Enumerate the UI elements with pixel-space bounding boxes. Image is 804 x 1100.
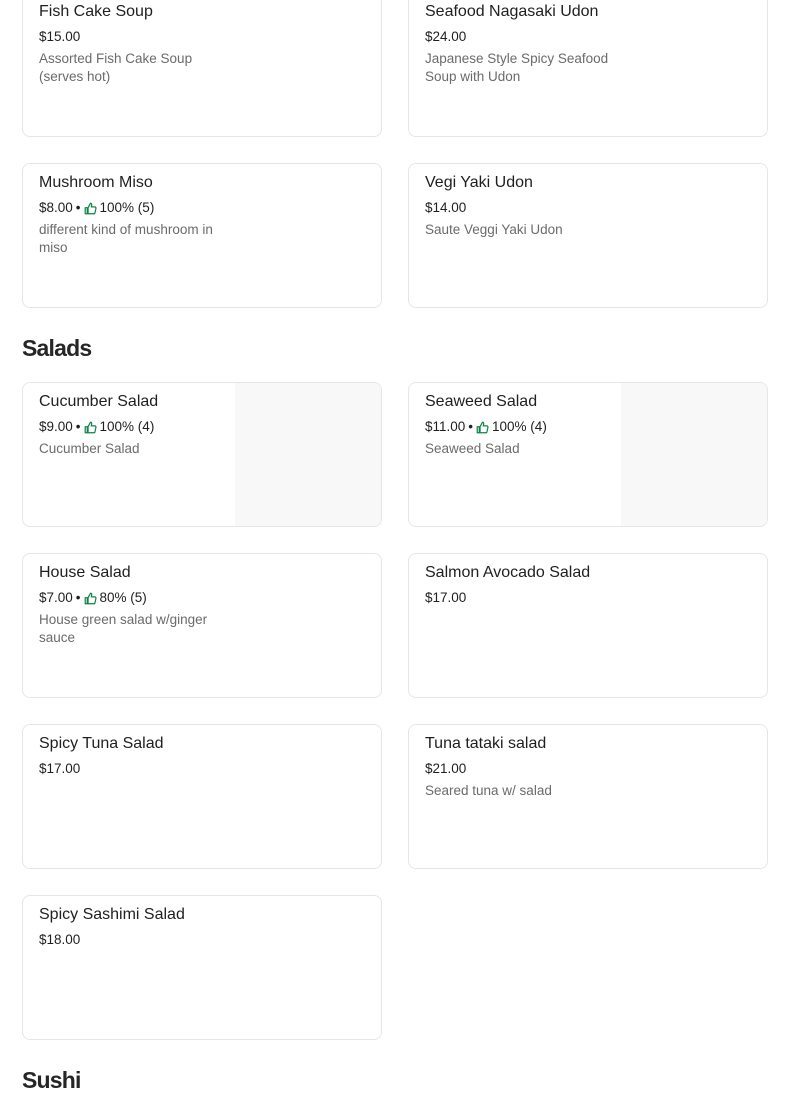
item-name: Spicy Sashimi Salad (39, 906, 185, 923)
item-price-row: $14.00 (425, 199, 615, 217)
item-price: $7.00 (39, 590, 73, 605)
item-name: Vegi Yaki Udon (425, 174, 533, 191)
item-price-row: $8.00 • 100% (5) (39, 199, 229, 217)
item-name: Fish Cake Soup (39, 3, 153, 20)
menu-item-card[interactable]: Vegi Yaki Udon $14.00 Saute Veggi Yaki U… (408, 163, 768, 308)
item-price: $14.00 (425, 200, 467, 215)
thumbs-up-icon (476, 421, 489, 433)
item-price: $21.00 (425, 761, 467, 776)
item-description: different kind of mushroom in miso (39, 222, 213, 255)
item-price: $18.00 (39, 932, 81, 947)
item-description: Saute Veggi Yaki Udon (425, 222, 563, 237)
item-description: Cucumber Salad (39, 441, 140, 456)
menu-item-card[interactable]: Mushroom Miso $8.00 • 100% (5) different… (22, 163, 382, 308)
menu-item-card[interactable]: Fish Cake Soup $15.00 Assorted Fish Cake… (22, 0, 382, 137)
menu-item-card[interactable]: Tuna tataki salad $21.00 Seared tuna w/ … (408, 724, 768, 869)
item-name: House Salad (39, 564, 131, 581)
item-price-row: $9.00 • 100% (4) (39, 418, 229, 436)
item-name: Seafood Nagasaki Udon (425, 3, 599, 20)
meta-separator: • (75, 590, 81, 605)
item-rating: 100% (4) (99, 419, 155, 434)
item-image-placeholder (235, 383, 381, 526)
item-description: Japanese Style Spicy Seafood Soup with U… (425, 51, 609, 84)
item-name: Seaweed Salad (425, 393, 538, 410)
item-price-row: $15.00 (39, 28, 229, 46)
item-price: $9.00 (39, 419, 73, 434)
item-image-placeholder (621, 383, 767, 526)
item-price: $17.00 (425, 590, 467, 605)
item-price-row: $17.00 (425, 589, 615, 607)
item-price: $24.00 (425, 29, 467, 44)
menu-item-card[interactable]: Spicy Sashimi Salad $18.00 (22, 895, 382, 1040)
item-name: Cucumber Salad (39, 393, 159, 410)
thumbs-up-icon (84, 421, 97, 433)
item-name: Mushroom Miso (39, 174, 153, 191)
item-description: Seared tuna w/ salad (425, 783, 552, 798)
item-price-row: $18.00 (39, 931, 229, 949)
menu-item-card[interactable]: Seafood Nagasaki Udon $24.00 Japanese St… (408, 0, 768, 137)
item-name: Salmon Avocado Salad (425, 564, 591, 581)
item-description: House green salad w/ginger sauce (39, 612, 208, 645)
item-price-row: $21.00 (425, 760, 615, 778)
menu-item-card[interactable]: Cucumber Salad $9.00 • 100% (4) Cucumber… (22, 382, 382, 527)
thumbs-up-icon (84, 592, 97, 604)
item-name: Tuna tataki salad (425, 735, 547, 752)
item-price: $11.00 (425, 419, 466, 434)
item-rating: 100% (5) (99, 200, 155, 215)
item-price-row: $17.00 (39, 760, 229, 778)
item-name: Spicy Tuna Salad (39, 735, 164, 752)
menu-item-card[interactable]: Seaweed Salad $11.00 • 100% (4) Seaweed … (408, 382, 768, 527)
item-rating: 100% (4) (492, 419, 547, 434)
meta-separator: • (75, 419, 81, 434)
item-price-row: $11.00 • 100% (4) (425, 418, 615, 436)
meta-separator: • (75, 200, 81, 215)
thumbs-up-icon (84, 202, 97, 214)
menu-item-card[interactable]: Salmon Avocado Salad $17.00 (408, 553, 768, 698)
item-price: $8.00 (39, 200, 73, 215)
item-price: $15.00 (39, 29, 81, 44)
item-price-row: $24.00 (425, 28, 615, 46)
section-heading-salads: Salads (22, 335, 92, 361)
menu-item-card[interactable]: Spicy Tuna Salad $17.00 (22, 724, 382, 869)
item-price-row: $7.00 • 80% (5) (39, 589, 229, 607)
meta-separator: • (468, 419, 474, 434)
item-description: Seaweed Salad (425, 441, 520, 456)
item-price: $17.00 (39, 761, 81, 776)
menu-item-card[interactable]: House Salad $7.00 • 80% (5) House green … (22, 553, 382, 698)
section-heading-sushi: Sushi (22, 1067, 81, 1093)
item-rating: 80% (5) (99, 590, 147, 605)
item-description: Assorted Fish Cake Soup (serves hot) (39, 51, 193, 84)
